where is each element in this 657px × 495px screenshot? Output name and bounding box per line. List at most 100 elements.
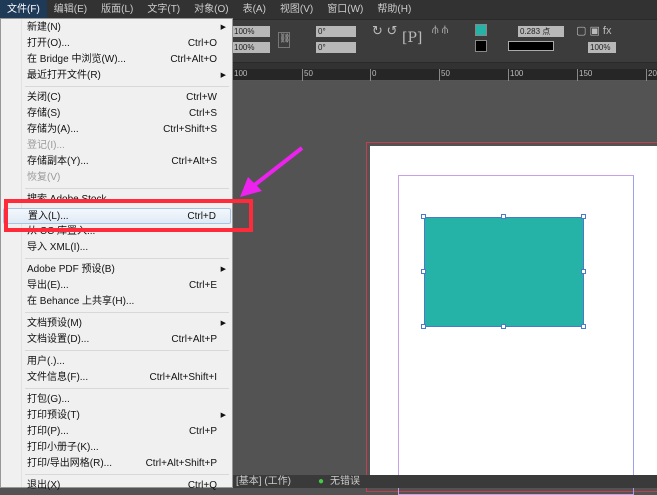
resize-handle[interactable] <box>421 324 426 329</box>
menu-item-label: 存储为(A)... <box>27 124 79 135</box>
menu-separator <box>25 350 229 351</box>
menu-item-shortcut: Ctrl+E <box>188 280 217 291</box>
annotation-highlight-box <box>4 199 253 232</box>
menubar-item[interactable]: 视图(V) <box>273 0 320 19</box>
link-icon[interactable]: ⛓ <box>278 32 290 48</box>
menu-item-label: 文件信息(F)... <box>27 372 89 383</box>
preflight-profile[interactable]: [基本] (工作) <box>236 475 291 488</box>
menu-item-shortcut: Ctrl+Q <box>187 480 217 491</box>
menubar-item[interactable]: 表(A) <box>236 0 273 19</box>
shear-field[interactable]: 0° <box>316 42 356 53</box>
menu-item: 登记(I)... <box>3 138 231 154</box>
opacity-field[interactable]: 100% <box>588 42 616 53</box>
menu-item-label: 打印小册子(K)... <box>27 442 99 453</box>
rotate-cw-icon[interactable]: ↻ ↺ <box>372 23 397 39</box>
selected-rectangle[interactable] <box>424 217 584 327</box>
menu-item[interactable]: 在 Behance 上共享(H)... <box>3 294 231 310</box>
resize-handle[interactable] <box>501 214 506 219</box>
fill-swatch[interactable] <box>475 24 487 36</box>
menu-item-label: 导出(E)... <box>27 280 69 291</box>
rotate-field[interactable]: 0° <box>316 26 356 37</box>
preflight-ok-icon: ● <box>318 476 325 487</box>
menu-item-label: 最近打开文件(R) <box>27 70 101 81</box>
menu-item-shortcut: Ctrl+P <box>188 426 217 437</box>
menu-item-label: 在 Bridge 中浏览(W)... <box>27 54 126 65</box>
menubar-item[interactable]: 文字(T) <box>140 0 187 19</box>
menu-item[interactable]: 打印(P)... Ctrl+P <box>3 424 231 440</box>
menu-item-shortcut: Ctrl+Alt+O <box>170 54 217 65</box>
scale-x-field[interactable]: 100% <box>232 26 270 37</box>
submenu-arrow-icon: ▶ <box>220 412 226 419</box>
status-bar: [基本] (工作) ● 无错误 <box>232 475 657 488</box>
resize-handle[interactable] <box>421 269 426 274</box>
menu-item[interactable]: 打开(O)... Ctrl+O <box>3 36 231 52</box>
menu-item[interactable]: 存储副本(Y)... Ctrl+Alt+S <box>3 154 231 170</box>
menubar-item[interactable]: 版面(L) <box>94 0 140 19</box>
menu-item[interactable]: 打印预设(T) ▶ <box>3 408 231 424</box>
menubar-item[interactable]: 文件(F) <box>0 0 47 19</box>
menu-item[interactable]: 文件信息(F)... Ctrl+Alt+Shift+I <box>3 370 231 386</box>
menu-item[interactable]: Adobe PDF 预设(B) ▶ <box>3 262 231 278</box>
menu-item-label: 导入 XML(I)... <box>27 242 89 253</box>
submenu-arrow-icon: ▶ <box>220 266 226 273</box>
menu-item-shortcut: Ctrl+Alt+P <box>171 334 217 345</box>
menu-separator <box>25 86 229 87</box>
stroke-swatch[interactable] <box>475 40 487 52</box>
ruler-tick: 100 <box>508 69 523 81</box>
menu-item-shortcut: Ctrl+Alt+Shift+P <box>145 458 217 469</box>
ruler-tick: 150 <box>577 69 592 81</box>
menu-item[interactable]: 关闭(C) Ctrl+W <box>3 90 231 106</box>
menubar-item[interactable]: 编辑(E) <box>47 0 94 19</box>
menu-item-label: 存储(S) <box>27 108 61 119</box>
menu-item-shortcut: Ctrl+Shift+S <box>163 124 217 135</box>
menu-item[interactable]: 用户(.)... <box>3 354 231 370</box>
menu-bar: 文件(F) 编辑(E) 版面(L) 文字(T) 对象(O) 表(A) 视图(V) 窗口(W) 帮… <box>0 0 657 19</box>
stroke-weight-field[interactable]: 0.283 点 <box>518 26 564 37</box>
menu-item[interactable]: 打包(G)... <box>3 392 231 408</box>
menu-item[interactable]: 新建(N) ▶ <box>3 20 231 36</box>
file-menu: 新建(N) ▶ 打开(O)... Ctrl+O 在 Bridge 中浏览(W)... Ct… <box>0 18 233 491</box>
stroke-type-select[interactable] <box>508 41 554 51</box>
resize-handle[interactable] <box>581 269 586 274</box>
menu-item-label: 文档设置(D)... <box>27 334 90 345</box>
ruler-tick: 50 <box>439 69 450 81</box>
resize-handle[interactable] <box>421 214 426 219</box>
resize-handle[interactable] <box>581 324 586 329</box>
menu-item-label: 新建(N) <box>27 22 61 33</box>
menu-item[interactable]: 导入 XML(I)... <box>3 240 231 256</box>
menu-item[interactable]: 最近打开文件(R) ▶ <box>3 68 231 84</box>
menu-item[interactable]: 存储(S) Ctrl+S <box>3 106 231 122</box>
path-text-icon[interactable]: [P] <box>402 30 422 46</box>
preflight-errors[interactable]: 无错误 <box>330 475 360 488</box>
menu-item[interactable]: 打印/导出网格(R)... Ctrl+Alt+Shift+P <box>3 456 231 472</box>
menu-separator <box>25 474 229 475</box>
menu-item-shortcut: Ctrl+W <box>186 92 217 103</box>
scale-y-field[interactable]: 100% <box>232 42 270 53</box>
menu-item: 恢复(V) <box>3 170 231 186</box>
menubar-item[interactable]: 窗口(W) <box>320 0 370 19</box>
menu-item[interactable]: 存储为(A)... Ctrl+Shift+S <box>3 122 231 138</box>
submenu-arrow-icon: ▶ <box>220 320 226 327</box>
menu-item-label: 用户(.)... <box>27 356 65 367</box>
menu-item[interactable]: 文档设置(D)... Ctrl+Alt+P <box>3 332 231 348</box>
menu-item-label: 关闭(C) <box>27 92 61 103</box>
menu-item-label: 登记(I)... <box>27 140 65 151</box>
resize-handle[interactable] <box>581 214 586 219</box>
resize-handle[interactable] <box>501 324 506 329</box>
menu-item-shortcut: Ctrl+Alt+S <box>171 156 217 167</box>
menu-item[interactable]: 在 Bridge 中浏览(W)... Ctrl+Alt+O <box>3 52 231 68</box>
effects-icon[interactable]: ▢ ▣ fx <box>576 24 611 37</box>
menu-item[interactable]: 导出(E)... Ctrl+E <box>3 278 231 294</box>
menu-item[interactable]: 打印小册子(K)... <box>3 440 231 456</box>
distribute-icon[interactable]: ⫛ ⫛ <box>432 24 448 37</box>
menubar-item[interactable]: 帮助(H) <box>370 0 418 19</box>
menu-item[interactable]: 退出(X) Ctrl+Q <box>3 478 231 494</box>
ruler-tick: 0 <box>370 69 376 81</box>
menu-item-label: 退出(X) <box>27 480 61 491</box>
menu-item[interactable]: 文档预设(M) ▶ <box>3 316 231 332</box>
menu-item-label: 打包(G)... <box>27 394 70 405</box>
menu-separator <box>25 258 229 259</box>
menu-item-label: 打印(P)... <box>27 426 69 437</box>
menu-separator <box>25 188 229 189</box>
menubar-item[interactable]: 对象(O) <box>187 0 235 19</box>
